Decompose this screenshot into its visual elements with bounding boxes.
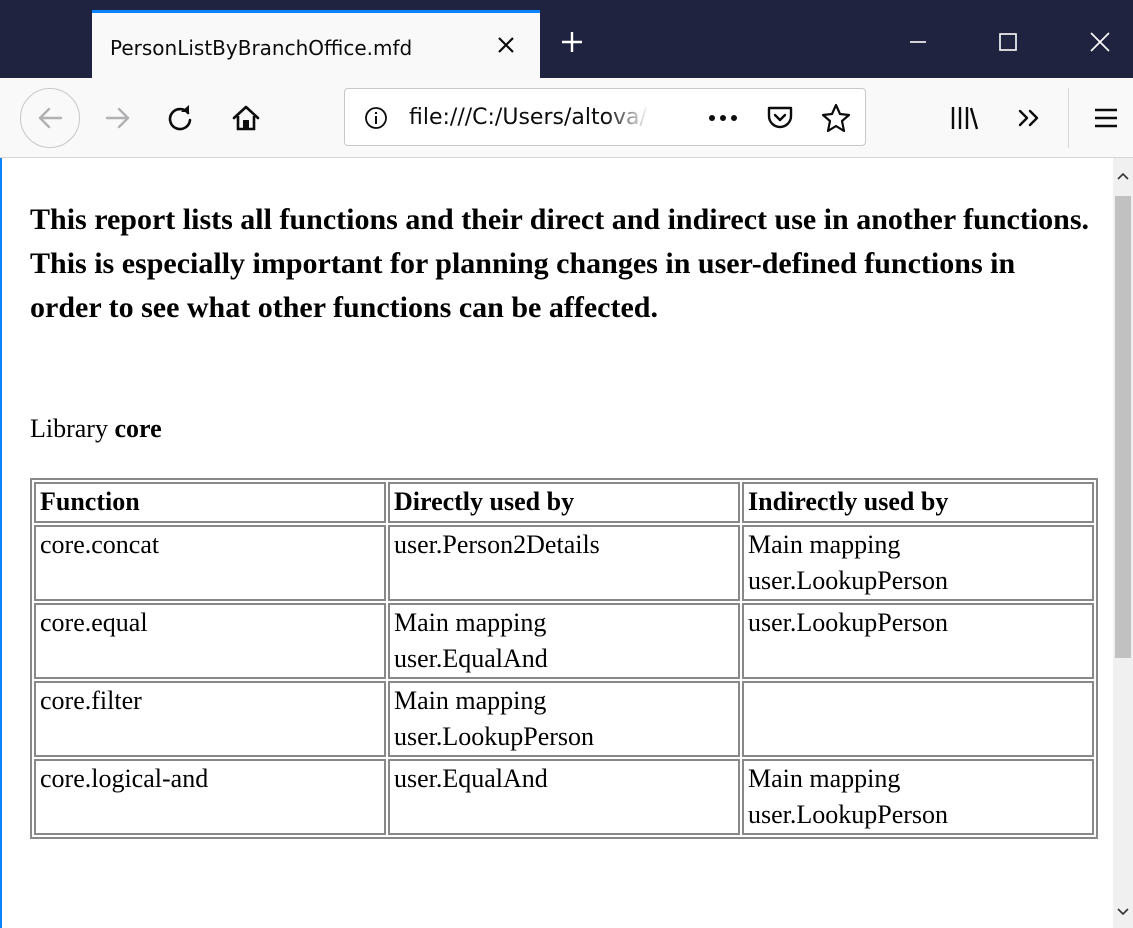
direct-use-cell: user.Person2Details: [388, 525, 740, 601]
indirect-use-cell: user.LookupPerson: [742, 603, 1094, 679]
back-arrow-icon[interactable]: [20, 88, 80, 148]
library-icon[interactable]: [944, 98, 984, 138]
more-icon[interactable]: [703, 103, 743, 133]
table-header-row: Function Directly used by Indirectly use…: [34, 482, 1094, 523]
active-tab[interactable]: PersonListByBranchOffice.mfd: [92, 10, 540, 78]
column-header-indirectly-used-by: Indirectly used by: [742, 482, 1094, 523]
reload-icon[interactable]: [160, 98, 200, 138]
maximize-icon[interactable]: [978, 12, 1038, 72]
url-text[interactable]: file:///C:/Users/altova/Documents/Altova…: [409, 105, 649, 133]
direct-user: user.EqualAnd: [394, 644, 548, 673]
direct-use-cell: Main mapping user.LookupPerson: [388, 681, 740, 757]
plus-icon[interactable]: [552, 22, 592, 62]
function-cell: core.concat: [34, 525, 386, 601]
column-header-function: Function: [34, 482, 386, 523]
indirect-user: user.LookupPerson: [748, 800, 949, 829]
table-row: core.logical-and user.EqualAnd Main mapp…: [34, 759, 1094, 835]
title-bar: PersonListByBranchOffice.mfd: [0, 0, 1133, 78]
indirect-user: Main mapping: [748, 764, 901, 793]
window-close-icon[interactable]: [1070, 12, 1130, 72]
indirect-user: user.LookupPerson: [748, 566, 949, 595]
minimize-icon[interactable]: [888, 12, 948, 72]
scroll-up-icon[interactable]: [1113, 164, 1133, 188]
report-heading: This report lists all functions and thei…: [30, 203, 1090, 324]
function-name: core.concat: [40, 530, 160, 559]
home-icon[interactable]: [226, 98, 266, 138]
star-icon[interactable]: [819, 101, 853, 135]
address-bar[interactable]: file:///C:/Users/altova/Documents/Altova…: [344, 88, 866, 146]
chevron-double-right-icon[interactable]: [1010, 98, 1050, 138]
functions-table: Function Directly used by Indirectly use…: [30, 478, 1098, 839]
direct-user: user.LookupPerson: [394, 722, 595, 751]
column-header-directly-used-by: Directly used by: [388, 482, 740, 523]
indirect-user: user.LookupPerson: [748, 608, 949, 637]
function-cell: core.logical-and: [34, 759, 386, 835]
hamburger-menu-icon[interactable]: [1086, 98, 1126, 138]
page-content: This report lists all functions and thei…: [0, 158, 1113, 928]
direct-use-cell: Main mapping user.EqualAnd: [388, 603, 740, 679]
direct-user: Main mapping: [394, 686, 547, 715]
table-row: core.concat user.Person2Details Main map…: [34, 525, 1094, 601]
indirect-use-cell: [742, 681, 1094, 757]
close-icon[interactable]: [490, 29, 522, 61]
direct-user: user.EqualAnd: [394, 764, 548, 793]
library-line: Library core: [30, 414, 162, 444]
indirect-user: Main mapping: [748, 530, 901, 559]
tab-title: PersonListByBranchOffice.mfd: [110, 36, 413, 60]
function-cell: core.filter: [34, 681, 386, 757]
table-row: core.filter Main mapping user.LookupPerso…: [34, 681, 1094, 757]
function-cell: core.equal: [34, 603, 386, 679]
vertical-scrollbar[interactable]: [1113, 158, 1133, 928]
indirect-use-cell: Main mapping user.LookupPerson: [742, 525, 1094, 601]
function-name: core.filter: [40, 686, 142, 715]
pocket-icon[interactable]: [763, 101, 797, 135]
direct-use-cell: user.EqualAnd: [388, 759, 740, 835]
function-name: core.logical-and: [40, 764, 209, 793]
scroll-thumb[interactable]: [1115, 196, 1131, 658]
scroll-down-icon[interactable]: [1113, 900, 1133, 924]
navigation-toolbar: file:///C:/Users/altova/Documents/Altova…: [0, 78, 1133, 158]
library-prefix: Library: [30, 414, 108, 443]
forward-arrow-icon[interactable]: [98, 98, 138, 138]
toolbar-separator: [1068, 88, 1069, 148]
direct-user: Main mapping: [394, 608, 547, 637]
library-name: core: [114, 414, 162, 443]
info-icon[interactable]: [361, 103, 391, 133]
indirect-use-cell: Main mapping user.LookupPerson: [742, 759, 1094, 835]
table-row: core.equal Main mapping user.EqualAnd use…: [34, 603, 1094, 679]
function-name: core.equal: [40, 608, 148, 637]
direct-user: user.Person2Details: [394, 530, 600, 559]
